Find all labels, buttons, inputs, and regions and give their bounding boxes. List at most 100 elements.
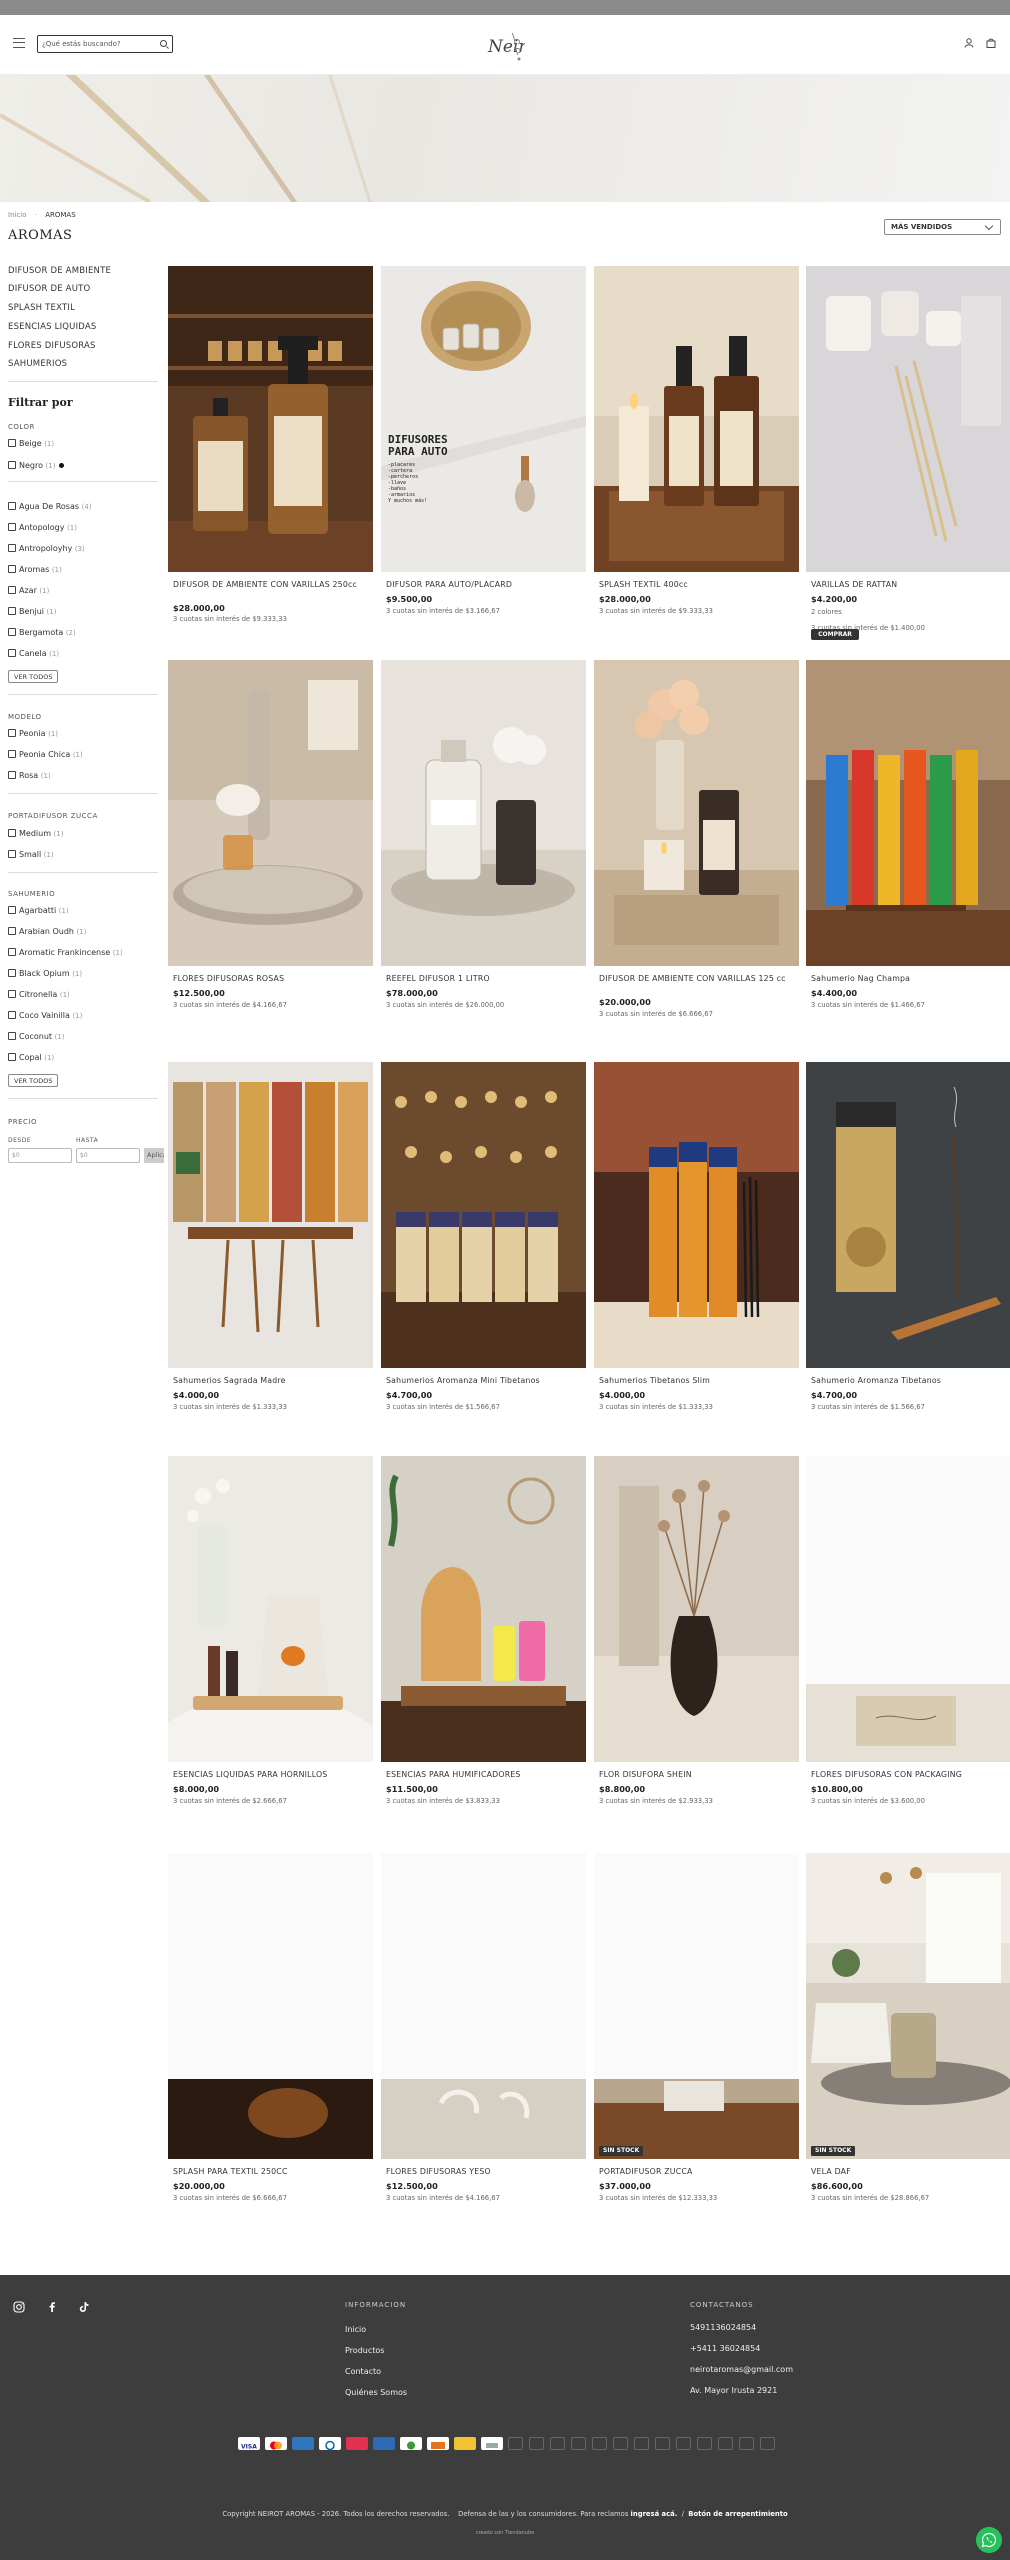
filter-option[interactable]: Coco Vainilla (1) (8, 1011, 82, 1021)
filter-option-negro[interactable]: Negro (1) (8, 461, 65, 471)
checkbox[interactable] (8, 906, 16, 914)
product-image[interactable] (381, 266, 586, 572)
filter-option[interactable]: Peonia Chica (1) (8, 750, 83, 760)
checkbox[interactable] (8, 523, 16, 531)
sort-select[interactable]: MÁS VENDIDOS (884, 219, 1001, 235)
filter-option[interactable]: Agarbatti (1) (8, 906, 69, 916)
see-all-button[interactable]: VER TODOS (8, 670, 59, 683)
checkbox[interactable] (8, 607, 16, 615)
checkbox[interactable] (8, 586, 16, 594)
product-name[interactable]: Sahumerios Tibetanos Slim (599, 1376, 794, 1385)
product-name[interactable]: FLORES DIFUSORAS CON PACKAGING (811, 1770, 1006, 1779)
filter-option[interactable]: Agua De Rosas (4) (8, 502, 92, 512)
filter-option[interactable]: Bergamota (2) (8, 628, 76, 638)
product-image[interactable]: SIN STOCK (806, 1853, 1010, 2159)
checkbox[interactable] (8, 1032, 16, 1040)
checkbox[interactable] (8, 850, 16, 858)
footer-phone[interactable]: +5411 36024854 (690, 2344, 760, 2353)
product-image[interactable] (806, 1456, 1010, 1762)
checkbox[interactable] (8, 750, 16, 758)
product-image[interactable] (806, 266, 1010, 572)
footer-email[interactable]: neirotaromas@gmail.com (690, 2365, 793, 2374)
search-box[interactable] (37, 35, 173, 53)
filter-option[interactable]: Antopology (1) (8, 523, 77, 533)
checkbox[interactable] (8, 990, 16, 998)
product-image[interactable] (168, 1853, 373, 2159)
product-name[interactable]: FLORES DIFUSORAS ROSAS (173, 974, 368, 983)
product-name[interactable]: DIFUSOR PARA AUTO/PLACARD (386, 580, 581, 589)
user-icon[interactable] (964, 38, 974, 48)
product-image[interactable] (594, 660, 799, 966)
product-image[interactable] (168, 1456, 373, 1762)
product-name[interactable]: FLORES DIFUSORAS YESO (386, 2167, 581, 2176)
product-name[interactable]: FLOR DISUFORA SHEIN (599, 1770, 794, 1779)
footer-link[interactable]: Contacto (345, 2367, 381, 2376)
filter-option[interactable]: Azar (1) (8, 586, 49, 596)
filter-option[interactable]: Canela (1) (8, 649, 59, 659)
product-image[interactable] (168, 266, 373, 572)
product-name[interactable]: VELA DAF (811, 2167, 1006, 2176)
price-to-input[interactable]: $0 (76, 1148, 140, 1163)
search-icon[interactable] (160, 40, 167, 47)
see-all-button[interactable]: VER TODOS (8, 1074, 59, 1087)
footer-link[interactable]: Inicio (345, 2325, 366, 2334)
checkbox[interactable] (8, 829, 16, 837)
product-name[interactable]: DIFUSOR DE AMBIENTE CON VARILLAS 125 cc (599, 974, 794, 983)
category-link[interactable]: FLORES DIFUSORAS (8, 341, 96, 351)
product-image[interactable] (806, 660, 1010, 966)
checkbox[interactable] (8, 771, 16, 779)
product-name[interactable]: SPLASH TEXTIL 400cc (599, 580, 794, 589)
instagram-icon[interactable] (13, 2301, 25, 2313)
checkbox[interactable] (8, 927, 16, 935)
checkbox[interactable] (8, 544, 16, 552)
product-image[interactable] (168, 1062, 373, 1368)
product-name[interactable]: VARILLAS DE RATTAN (811, 580, 1006, 589)
product-image[interactable]: SIN STOCK (594, 1853, 799, 2159)
price-from-input[interactable]: $0 (8, 1148, 72, 1163)
category-link[interactable]: DIFUSOR DE AUTO (8, 284, 90, 294)
product-image[interactable] (594, 1062, 799, 1368)
footer-whatsapp[interactable]: 5491136024854 (690, 2323, 756, 2332)
filter-option[interactable]: Coconut (1) (8, 1032, 65, 1042)
facebook-icon[interactable] (46, 2301, 58, 2313)
filter-option[interactable]: Small (1) (8, 850, 54, 860)
consumer-link[interactable]: ingresá acá. (631, 2510, 678, 2518)
category-link[interactable]: DIFUSOR DE AMBIENTE (8, 266, 111, 276)
buy-button[interactable]: COMPRAR (811, 629, 859, 640)
product-name[interactable]: ESENCIAS PARA HUMIFICADORES (386, 1770, 581, 1779)
product-name[interactable]: Sahumerio Aromanza Tibetanos (811, 1376, 1006, 1385)
product-image[interactable] (381, 1062, 586, 1368)
filter-option[interactable]: Rosa (1) (8, 771, 51, 781)
checkbox[interactable] (8, 649, 16, 657)
apply-price-button[interactable]: Aplicar (144, 1148, 164, 1163)
product-name[interactable]: Sahumerios Sagrada Madre (173, 1376, 368, 1385)
checkbox[interactable] (8, 439, 16, 447)
product-image[interactable] (381, 1853, 586, 2159)
shopping-bag-icon[interactable] (986, 38, 996, 48)
store-logo[interactable]: Neir (485, 25, 525, 69)
category-link[interactable]: SAHUMERIOS (8, 359, 67, 369)
product-image[interactable] (806, 1062, 1010, 1368)
checkbox[interactable] (8, 969, 16, 977)
product-image[interactable] (381, 1456, 586, 1762)
hamburger-menu-icon[interactable] (13, 38, 25, 48)
product-name[interactable]: DIFUSOR DE AMBIENTE CON VARILLAS 250cc (173, 580, 368, 589)
tiktok-icon[interactable] (78, 2301, 90, 2313)
product-name[interactable]: REEFEL DIFUSOR 1 LITRO (386, 974, 581, 983)
filter-option[interactable]: Citronella (1) (8, 990, 70, 1000)
checkbox[interactable] (8, 1011, 16, 1019)
checkbox[interactable] (8, 565, 16, 573)
filter-option-beige[interactable]: Beige (1) (8, 439, 54, 449)
checkbox[interactable] (8, 502, 16, 510)
breadcrumb-home[interactable]: Inicio (8, 211, 27, 219)
product-image[interactable] (594, 1456, 799, 1762)
filter-option[interactable]: Arabian Oudh (1) (8, 927, 86, 937)
regret-button-link[interactable]: Botón de arrepentimiento (688, 2510, 787, 2518)
product-image[interactable] (381, 660, 586, 966)
powered-by[interactable]: creado con Tiendanube (0, 2530, 1010, 2536)
checkbox[interactable] (8, 1053, 16, 1061)
checkbox[interactable] (8, 461, 16, 469)
product-name[interactable]: Sahumerios Aromanza Mini Tibetanos (386, 1376, 581, 1385)
product-name[interactable]: PORTADIFUSOR ZUCCA (599, 2167, 794, 2176)
footer-link[interactable]: Productos (345, 2346, 384, 2355)
